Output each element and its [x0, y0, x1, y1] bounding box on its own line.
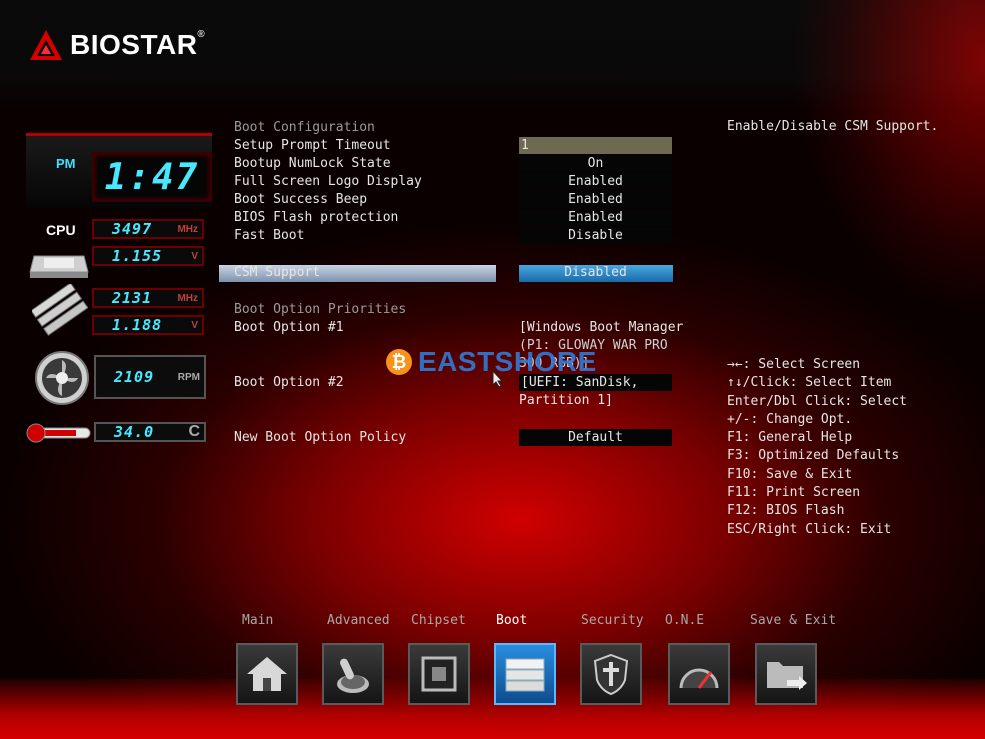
shield-icon [593, 653, 629, 696]
full-screen-logo-value[interactable]: Enabled [519, 173, 672, 190]
help-key: +/-: Change Opt. [727, 411, 853, 427]
help-key: F10: Save & Exit [727, 466, 853, 482]
setting-boot-success-beep[interactable]: Boot Success Beep Enabled [234, 191, 674, 209]
setting-csm-support[interactable]: CSM Support Disabled [234, 264, 674, 282]
setting-bootup-numlock[interactable]: Bootup NumLock State On [234, 155, 674, 173]
temp-unit: C [188, 423, 200, 440]
watermark-text: EASTSHORE [418, 346, 597, 377]
setup-prompt-timeout-field[interactable]: 1 [519, 137, 672, 154]
mouse-cursor-icon [492, 370, 504, 388]
tab-security[interactable]: Security [581, 613, 644, 628]
drive-icon [505, 658, 545, 692]
csm-support-value[interactable]: Disabled [519, 264, 672, 281]
setting-label: New Boot Option Policy [234, 430, 407, 445]
joystick-icon [337, 658, 369, 693]
mem-volt-unit: V [191, 319, 198, 331]
help-key: F1: General Help [727, 430, 853, 446]
tab-save-exit[interactable]: Save & Exit [750, 613, 836, 628]
home-icon [247, 657, 287, 691]
setting-fast-boot[interactable]: Fast Boot Disable [234, 227, 674, 245]
chip-icon [421, 656, 457, 692]
temp-gauge: 34.0 C [94, 422, 206, 442]
bootup-numlock-value[interactable]: On [519, 155, 672, 172]
help-keys: →←: Select Screen ↑↓/Click: Select Item … [727, 356, 907, 539]
help-key: ↑↓/Click: Select Item [727, 375, 892, 391]
speedometer-icon [679, 668, 719, 689]
tab-security-button[interactable] [580, 643, 642, 705]
mem-freq-value: 2131 [112, 289, 153, 307]
clock-ampm: PM [56, 156, 76, 171]
fast-boot-value[interactable]: Disable [519, 227, 672, 244]
cpu-freq-gauge: 3497 MHz [92, 219, 204, 239]
bitcoin-icon: ₿ [386, 349, 412, 375]
help-key: F12: BIOS Flash [727, 503, 845, 519]
setting-boot-option-1[interactable]: Boot Option #1 [Windows Boot Manager (P1… [234, 319, 684, 371]
cpu-volt-unit: V [191, 250, 198, 262]
cpu-volt-value: 1.155 [112, 247, 163, 265]
tab-one[interactable]: O.N.E [665, 613, 704, 628]
mem-volt-gauge: 1.188 V [92, 315, 204, 335]
thermometer-icon [26, 422, 92, 448]
help-description: Enable/Disable CSM Support. [727, 119, 939, 134]
clock-time: 1:47 [104, 156, 200, 198]
setting-label: BIOS Flash protection [234, 210, 399, 225]
bios-flash-protection-value[interactable]: Enabled [519, 209, 672, 226]
boot-config-header: Boot Configuration [234, 120, 375, 135]
cpu-freq-value: 3497 [112, 220, 153, 238]
boot-option-1-line1[interactable]: [Windows Boot Manager [519, 319, 683, 337]
setting-setup-prompt-timeout[interactable]: Setup Prompt Timeout 1 [234, 137, 674, 155]
help-key: Enter/Dbl Click: Select [727, 393, 908, 409]
tab-chipset[interactable]: Chipset [411, 613, 466, 628]
tab-boot-button[interactable] [494, 643, 556, 705]
boot-success-beep-value[interactable]: Enabled [519, 191, 672, 208]
help-key: F3: Optimized Defaults [727, 448, 900, 464]
bottom-band [0, 679, 985, 739]
setting-label: Boot Success Beep [234, 192, 368, 207]
folder-exit-icon [767, 662, 807, 690]
tab-save-exit-button[interactable] [755, 643, 817, 705]
setting-label: CSM Support [234, 265, 321, 280]
tab-boot[interactable]: Boot [496, 613, 527, 628]
setting-label: Full Screen Logo Display [234, 174, 422, 189]
memory-icon [30, 282, 89, 340]
tab-main-button[interactable] [236, 643, 298, 705]
help-key: →←: Select Screen [727, 357, 861, 372]
brand-name: BIOSTAR® [70, 29, 206, 60]
setting-label: Boot Option #2 [234, 375, 344, 390]
boot-option-2-line2: Partition 1] [519, 393, 613, 408]
setting-label: Bootup NumLock State [234, 156, 391, 171]
biostar-logo: BIOSTAR® [28, 28, 205, 62]
temp-value: 34.0 [114, 423, 155, 441]
fan-rpm-unit: RPM [177, 371, 200, 383]
tab-advanced-button[interactable] [322, 643, 384, 705]
setting-full-screen-logo[interactable]: Full Screen Logo Display Enabled [234, 173, 674, 191]
mem-volt-value: 1.188 [112, 316, 163, 334]
clock-display: 1:47 [92, 152, 212, 202]
cpu-freq-unit: MHz [177, 223, 198, 235]
new-boot-option-policy-value[interactable]: Default [519, 429, 672, 446]
mem-freq-unit: MHz [177, 292, 198, 304]
setting-new-boot-option-policy[interactable]: New Boot Option Policy Default [234, 429, 674, 447]
fan-gauge: 2109 RPM [94, 355, 206, 399]
help-key: F11: Print Screen [727, 485, 861, 501]
setting-label: Fast Boot [234, 228, 305, 243]
tab-one-button[interactable] [668, 643, 730, 705]
setting-label: Boot Option #1 [234, 320, 344, 335]
biostar-logo-icon [30, 30, 62, 60]
fan-icon [34, 350, 90, 410]
boot-priorities-header: Boot Option Priorities [234, 302, 407, 317]
mem-freq-gauge: 2131 MHz [92, 288, 204, 308]
help-key: ESC/Right Click: Exit [727, 521, 892, 537]
setting-label: Setup Prompt Timeout [234, 138, 391, 153]
tab-main[interactable]: Main [242, 613, 273, 628]
setting-bios-flash-protection[interactable]: BIOS Flash protection Enabled [234, 209, 674, 227]
clock-panel: PM 1:47 [26, 133, 212, 208]
cpu-volt-gauge: 1.155 V [92, 246, 204, 266]
fan-rpm-value: 2109 [114, 368, 155, 386]
tab-chipset-button[interactable] [408, 643, 470, 705]
tab-advanced[interactable]: Advanced [327, 613, 390, 628]
